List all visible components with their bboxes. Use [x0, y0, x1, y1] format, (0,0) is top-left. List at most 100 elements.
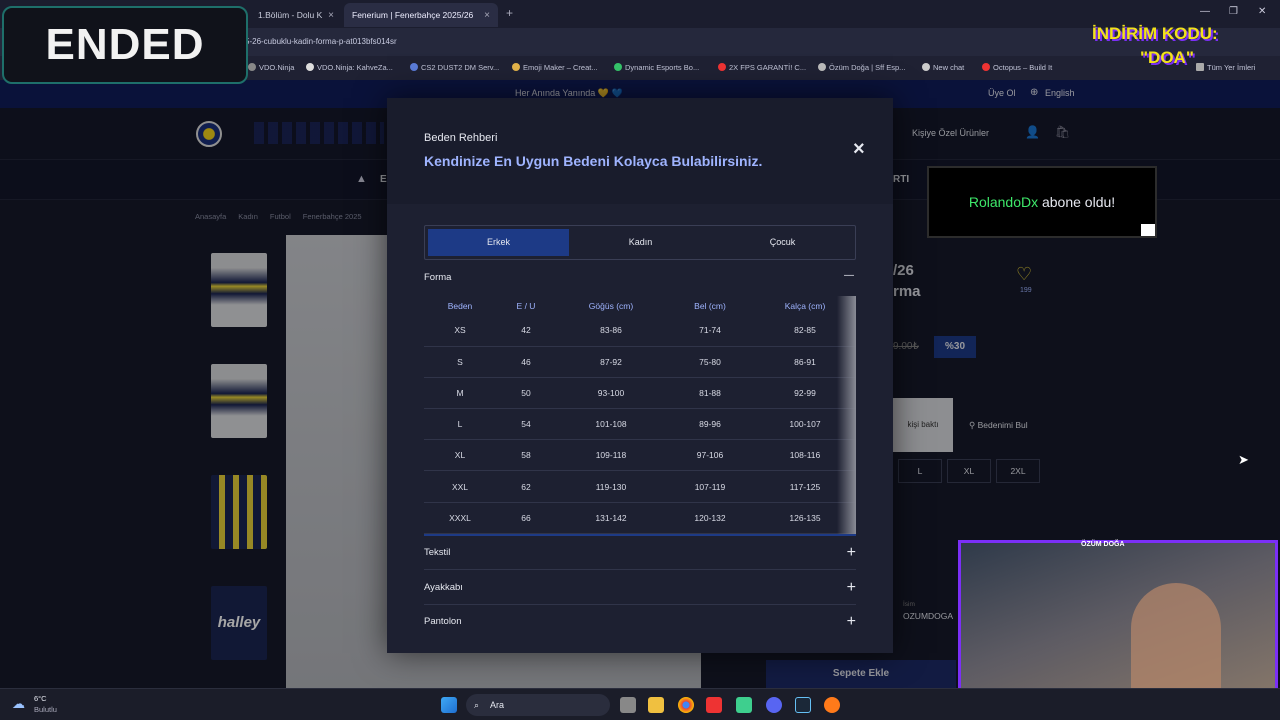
table-cell: 83-86 — [556, 315, 666, 347]
tab-label: Fenerium | Fenerbahçe 2025/26 — [352, 10, 474, 20]
bookmark-item[interactable]: Özüm Doğa | Sff Esp... — [818, 61, 905, 75]
column-header: Bel (cm) — [694, 301, 726, 311]
chrome-icon[interactable] — [678, 697, 694, 713]
table-row: S 46 87-92 75-80 86-91 — [424, 346, 856, 378]
windows-start-icon[interactable] — [441, 697, 457, 713]
bookmark-item[interactable]: CS2 DUST2 DM Serv... — [410, 61, 499, 75]
section-ayakkabi[interactable]: Ayakkabı + — [424, 570, 856, 605]
app-icon-orange[interactable] — [824, 697, 840, 713]
notification-user: RolandoDx — [968, 194, 1039, 210]
column-header: Beden — [447, 301, 473, 311]
table-cell: 119-130 — [556, 470, 666, 503]
table-cell: 89-96 — [666, 408, 754, 441]
weather-temp[interactable]: 6°C — [34, 694, 47, 703]
maximize-icon[interactable]: ❐ — [1229, 6, 1238, 17]
table-scroll-shadow — [837, 296, 856, 536]
browser-tab[interactable]: 1.Bölüm - Dolu K × — [250, 3, 342, 27]
table-row: XXL 62 119-130 107-119 117-125 — [424, 470, 856, 503]
promo-code-value: "DOA" — [1140, 48, 1194, 67]
modal-header: Beden Rehberi Kendinize En Uygun Bedeni … — [387, 98, 893, 204]
bookmark-item[interactable]: Emoji Maker – Creat... — [512, 61, 598, 75]
column-header: E / U — [516, 301, 536, 311]
stream-ended-label: ENDED — [2, 6, 248, 84]
size-guide-modal: Beden Rehberi Kendinize En Uygun Bedeni … — [387, 98, 893, 653]
table-cell: 107-119 — [666, 470, 754, 503]
table-row: XXXL 66 131-142 120-132 126-135 — [424, 502, 856, 534]
table-cell: 81-88 — [666, 377, 754, 410]
taskbar: ☁ 6°C Bulutlu ⌕ Ara — [0, 688, 1280, 720]
tab-kadin[interactable]: Kadın — [570, 229, 711, 256]
plus-icon[interactable]: + — [847, 570, 856, 605]
discord-icon[interactable] — [766, 697, 782, 713]
table-cell: XXXL — [424, 502, 496, 534]
table-cell: 42 — [496, 315, 556, 347]
modal-subtitle: Kendinize En Uygun Bedeni Kolayca Bulabi… — [424, 153, 763, 169]
cloud-icon: ☁ — [12, 696, 25, 711]
table-cell: S — [424, 346, 496, 378]
weather-desc[interactable]: Bulutlu — [34, 705, 57, 714]
tab-label: 1.Bölüm - Dolu K — [258, 10, 323, 20]
table-cell: M — [424, 377, 496, 410]
plus-icon[interactable]: + — [847, 604, 856, 639]
bookmark-item[interactable]: New chat — [922, 61, 964, 75]
table-cell: 97-106 — [666, 439, 754, 472]
gender-tabs: Erkek Kadın Çocuk — [424, 225, 856, 260]
search-placeholder: Ara — [490, 700, 505, 710]
modal-title: Beden Rehberi — [424, 132, 498, 144]
bookmark-folder-all[interactable]: Tüm Yer İmleri — [1196, 61, 1255, 75]
youtube-icon[interactable] — [706, 697, 722, 713]
close-icon[interactable]: × — [328, 10, 334, 21]
table-cell: XXL — [424, 470, 496, 503]
browser-tab-active[interactable]: Fenerium | Fenerbahçe 2025/26 × — [344, 3, 498, 27]
table-cell: 66 — [496, 502, 556, 534]
notification-text: RolandoDx abone oldu! — [929, 194, 1155, 210]
table-row: XL 58 109-118 97-106 108-116 — [424, 439, 856, 472]
minimize-icon[interactable]: — — [1200, 6, 1210, 17]
table-row: M 50 93-100 81-88 92-99 — [424, 377, 856, 410]
cursor-icon: ➤ — [1238, 452, 1249, 467]
table-cell: XS — [424, 315, 496, 347]
close-icon[interactable]: × — [484, 10, 490, 21]
tab-erkek[interactable]: Erkek — [428, 229, 569, 256]
table-cell: 50 — [496, 377, 556, 410]
notification-message: abone oldu! — [1041, 194, 1116, 210]
table-cell: 120-132 — [666, 502, 754, 534]
app-icon[interactable] — [736, 697, 752, 713]
taskbar-search[interactable]: ⌕ Ara — [466, 694, 610, 716]
subscriber-notification: RolandoDx abone oldu! — [927, 166, 1157, 238]
promo-code-title: İNDİRİM KODU: — [1092, 24, 1218, 43]
table-row: XS 42 83-86 71-74 82-85 — [424, 315, 856, 347]
bookmark-item[interactable]: VDO.Ninja — [248, 61, 294, 75]
close-window-icon[interactable]: ✕ — [1258, 6, 1266, 17]
task-view-icon[interactable] — [620, 697, 636, 713]
column-header: Göğüs (cm) — [588, 301, 634, 311]
table-cell: 109-118 — [556, 439, 666, 472]
bookmark-item[interactable]: VDO.Ninja: KahveZa... — [306, 61, 393, 75]
table-row: L 54 101-108 89-96 100-107 — [424, 408, 856, 441]
section-tekstil[interactable]: Tekstil + — [424, 535, 856, 570]
table-cell: 101-108 — [556, 408, 666, 441]
bookmark-item[interactable]: Dynamic Esports Bo... — [614, 61, 699, 75]
cam-name: ÖZÜM DOĞA — [1081, 541, 1125, 548]
plus-icon[interactable]: + — [847, 535, 856, 570]
table-cell: 93-100 — [556, 377, 666, 410]
section-label: Pantolon — [424, 616, 462, 627]
steam-icon[interactable] — [795, 697, 811, 713]
section-label: Tekstil — [424, 547, 451, 558]
bookmark-item[interactable]: 2X FPS GARANTİ! C... — [718, 61, 806, 75]
bookmark-item[interactable]: Octopus – Build It — [982, 61, 1052, 75]
minus-icon[interactable]: — — [844, 270, 854, 281]
close-icon[interactable]: × — [853, 138, 865, 161]
table-header-row: Beden E / U Göğüs (cm) Bel (cm) Kalça (c… — [424, 297, 856, 315]
table-cell: 75-80 — [666, 346, 754, 378]
table-cell: 62 — [496, 470, 556, 503]
table-cell: L — [424, 408, 496, 441]
new-tab-button[interactable]: + — [506, 6, 513, 20]
pixel-corner-icon — [1141, 224, 1155, 236]
table-cell: 58 — [496, 439, 556, 472]
size-table: Beden E / U Göğüs (cm) Bel (cm) Kalça (c… — [424, 297, 856, 534]
section-pantolon[interactable]: Pantolon + — [424, 604, 856, 639]
section-forma-title[interactable]: Forma — [424, 272, 451, 283]
file-explorer-icon[interactable] — [648, 697, 664, 713]
tab-cocuk[interactable]: Çocuk — [712, 229, 853, 256]
